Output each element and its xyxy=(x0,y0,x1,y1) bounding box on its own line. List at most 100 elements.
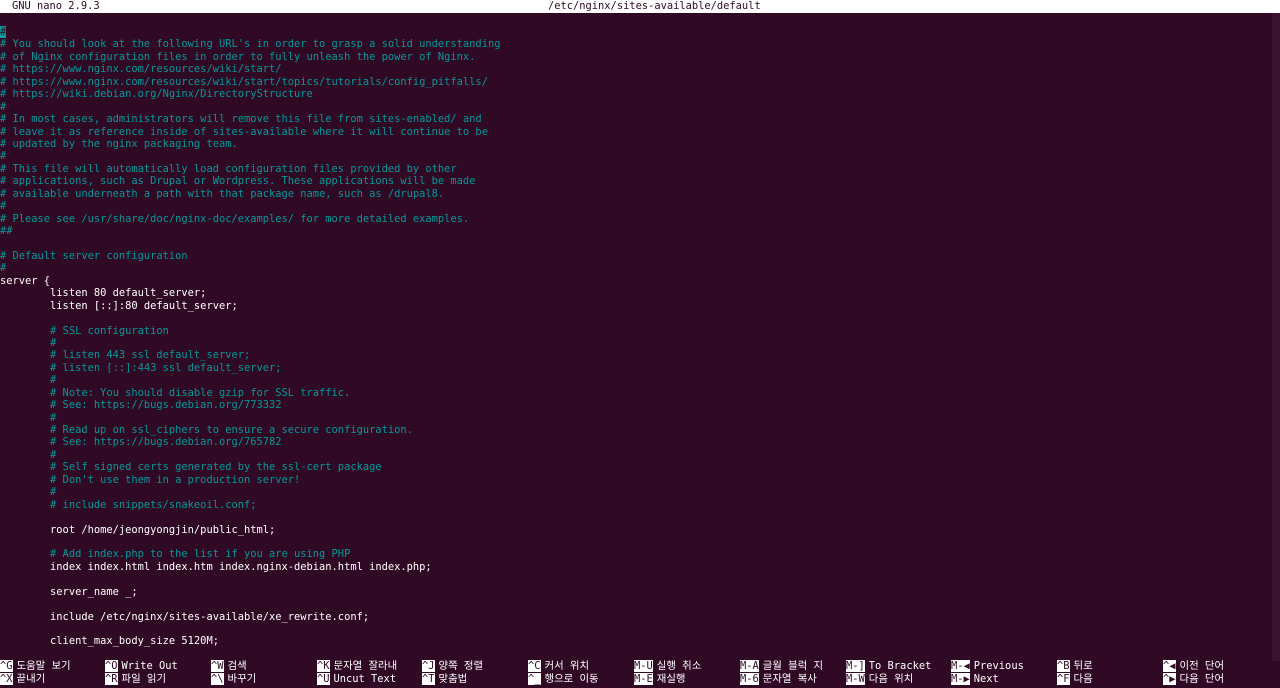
text-cursor: # xyxy=(0,26,7,38)
shortcut-item[interactable]: M-6 문자열 복사 xyxy=(740,673,817,686)
shortcut-item[interactable]: ^C 커서 위치 xyxy=(528,660,589,673)
editor-line[interactable] xyxy=(0,536,1270,548)
editor-line[interactable]: client_max_body_size 5120M; xyxy=(0,635,1270,647)
editor-line[interactable]: # Default server configuration xyxy=(0,250,1270,262)
editor-line[interactable]: # https://wiki.debian.org/Nginx/Director… xyxy=(0,88,1270,100)
editor-line[interactable]: # In most cases, administrators will rem… xyxy=(0,113,1270,125)
shortcut-key: ^B xyxy=(1057,660,1070,672)
editor-line[interactable]: # https://www.nginx.com/resources/wiki/s… xyxy=(0,63,1270,75)
editor-line[interactable]: # See: https://bugs.debian.org/773332 xyxy=(0,399,1270,411)
shortcut-item[interactable]: ^R 파일 읽기 xyxy=(105,673,166,686)
shortcut-label: 재실행 xyxy=(656,673,686,685)
shortcut-item[interactable]: ^T 맞춤법 xyxy=(422,673,467,686)
shortcut-label: Write Out xyxy=(121,660,178,672)
shortcut-key: M-W xyxy=(846,673,865,685)
shortcut-label: 도움말 보기 xyxy=(16,660,71,672)
editor-line[interactable]: # Read up on ssl_ciphers to ensure a sec… xyxy=(0,424,1270,436)
shortcut-label: 양쪽 정렬 xyxy=(438,660,484,672)
shortcut-item[interactable]: ^U Uncut Text xyxy=(317,673,396,686)
editor-line[interactable] xyxy=(0,511,1270,523)
shortcut-item[interactable]: ^X 끝내기 xyxy=(0,673,45,686)
editor-line[interactable]: # include snippets/snakeoil.conf; xyxy=(0,499,1270,511)
shortcut-item[interactable]: M-W 다음 위치 xyxy=(846,673,913,686)
editor-line[interactable]: # xyxy=(0,26,1270,38)
shortcut-item[interactable]: ^O Write Out xyxy=(105,660,178,673)
shortcut-key: ^J xyxy=(422,660,435,672)
editor-line[interactable] xyxy=(0,573,1270,585)
shortcut-item[interactable]: M-◀ Previous xyxy=(951,660,1024,673)
editor-line[interactable]: # of Nginx configuration files in order … xyxy=(0,51,1270,63)
shortcut-item[interactable]: M-U 실행 취소 xyxy=(634,660,701,673)
shortcut-item[interactable]: ^G 도움말 보기 xyxy=(0,660,71,673)
editor-line[interactable]: # xyxy=(0,101,1270,113)
shortcut-item[interactable]: ^\ 바꾸기 xyxy=(211,673,256,686)
shortcut-key: ^U xyxy=(317,673,330,685)
editor-line[interactable]: # Please see /usr/share/doc/nginx-doc/ex… xyxy=(0,213,1270,225)
shortcut-item[interactable]: ^◀ 이전 단어 xyxy=(1163,660,1224,673)
editor-line[interactable]: # SSL configuration xyxy=(0,325,1270,337)
editor-line[interactable]: # listen 443 ssl default_server; xyxy=(0,349,1270,361)
editor-line[interactable]: # xyxy=(0,200,1270,212)
editor-line[interactable]: # xyxy=(0,449,1270,461)
editor-line[interactable] xyxy=(0,623,1270,635)
editor-line[interactable]: # Note: You should disable gzip for SSL … xyxy=(0,387,1270,399)
shortcut-key: M-U xyxy=(634,660,653,672)
editor-line[interactable]: # Don't use them in a production server! xyxy=(0,474,1270,486)
editor-line[interactable]: # xyxy=(0,412,1270,424)
editor-line[interactable]: # xyxy=(0,374,1270,386)
editor-line[interactable] xyxy=(0,237,1270,249)
shortcut-item[interactable]: M-▶ Next xyxy=(951,673,999,686)
shortcut-item[interactable]: ^▶ 다음 단어 xyxy=(1163,673,1224,686)
editor-line[interactable]: server_name _; xyxy=(0,586,1270,598)
shortcut-label: 실행 취소 xyxy=(656,660,702,672)
editor-line[interactable]: # https://www.nginx.com/resources/wiki/s… xyxy=(0,76,1270,88)
shortcut-item[interactable]: M-] To Bracket xyxy=(846,660,931,673)
editor-line[interactable]: root /home/jeongyongjin/public_html; xyxy=(0,524,1270,536)
editor-line[interactable]: # applications, such as Drupal or Wordpr… xyxy=(0,175,1270,187)
shortcut-item[interactable]: M-E 재실행 xyxy=(634,673,685,686)
editor-line[interactable]: # xyxy=(0,262,1270,274)
editor-line[interactable] xyxy=(0,312,1270,324)
editor-line[interactable]: # This file will automatically load conf… xyxy=(0,163,1270,175)
shortcut-key: ^O xyxy=(105,660,118,672)
editor-line[interactable]: # xyxy=(0,486,1270,498)
shortcut-key: ^G xyxy=(0,660,13,672)
editor-line[interactable]: # updated by the nginx packaging team. xyxy=(0,138,1270,150)
editor-line[interactable]: # xyxy=(0,337,1270,349)
editor-line[interactable]: ## xyxy=(0,225,1270,237)
editor-line[interactable]: server { xyxy=(0,275,1270,287)
text-editor-area[interactable]: # # You should look at the following URL'… xyxy=(0,26,1270,648)
editor-line[interactable]: # You should look at the following URL's… xyxy=(0,38,1270,50)
scrollbar[interactable] xyxy=(1272,13,1280,661)
editor-line[interactable] xyxy=(0,598,1270,610)
editor-line[interactable]: # Add index.php to the list if you are u… xyxy=(0,548,1270,560)
shortcut-item[interactable]: ^W 검색 xyxy=(211,660,247,673)
shortcut-key: ^C xyxy=(528,660,541,672)
editor-line[interactable]: # leave it as reference inside of sites-… xyxy=(0,126,1270,138)
nano-title-bar: GNU nano 2.9.3 /etc/nginx/sites-availabl… xyxy=(0,0,1280,13)
shortcut-item[interactable]: ^J 양쪽 정렬 xyxy=(422,660,483,673)
shortcut-item[interactable]: M-A 글월 블럭 지 xyxy=(740,660,823,673)
editor-line[interactable]: # available underneath a path with that … xyxy=(0,188,1270,200)
shortcut-label: 글월 블럭 지 xyxy=(762,660,824,672)
editor-line[interactable]: include /etc/nginx/sites-available/xe_re… xyxy=(0,611,1270,623)
editor-line[interactable]: index index.html index.htm index.nginx-d… xyxy=(0,561,1270,573)
editor-line[interactable]: listen 80 default_server; xyxy=(0,287,1270,299)
shortcut-label: 파일 읽기 xyxy=(121,673,167,685)
editor-line[interactable]: # See: https://bugs.debian.org/765782 xyxy=(0,436,1270,448)
editor-line[interactable]: # listen [::]:443 ssl default_server; xyxy=(0,362,1270,374)
editor-line[interactable]: # xyxy=(0,150,1270,162)
shortcut-item[interactable]: ^_ 행으로 이동 xyxy=(528,673,599,686)
shortcut-key: M-] xyxy=(846,660,865,672)
editor-line[interactable]: listen [::]:80 default_server; xyxy=(0,300,1270,312)
shortcut-item[interactable]: ^K 문자열 잘라내 xyxy=(317,660,397,673)
shortcut-label: To Bracket xyxy=(868,660,932,672)
shortcut-key: ^R xyxy=(105,673,118,685)
shortcut-item[interactable]: ^F 다음 xyxy=(1057,673,1093,686)
shortcut-key: ^\ xyxy=(211,673,224,685)
shortcut-key: M-A xyxy=(740,660,759,672)
shortcut-label: Next xyxy=(973,673,999,685)
editor-line[interactable]: # Self signed certs generated by the ssl… xyxy=(0,461,1270,473)
shortcut-item[interactable]: ^B 뒤로 xyxy=(1057,660,1093,673)
shortcut-key: ^T xyxy=(422,673,435,685)
